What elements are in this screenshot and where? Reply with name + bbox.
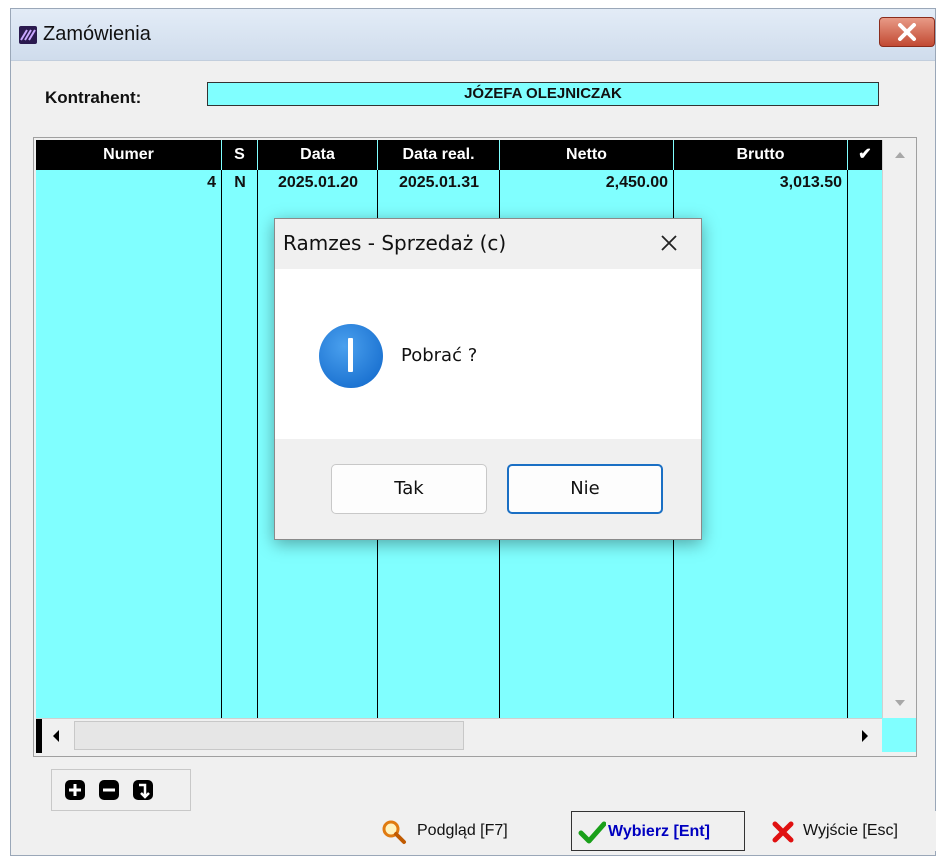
confirm-dialog: Ramzes - Sprzedaż (c) Pobrać ? Tak Nie [274, 218, 702, 540]
plus-icon [65, 780, 85, 800]
column-divider [36, 170, 222, 718]
row-edit-toolbar [51, 769, 191, 811]
triangle-left-icon [53, 730, 59, 742]
dialog-title: Ramzes - Sprzedaż (c) [283, 231, 507, 255]
exit-button[interactable]: Wyjście [Esc] [765, 811, 936, 851]
column-header-numer[interactable]: Numer [36, 140, 222, 170]
dialog-close-button[interactable] [655, 229, 683, 257]
add-row-button[interactable] [64, 779, 86, 801]
enter-return-icon [133, 780, 153, 800]
cell-data-real: 2025.01.31 [398, 174, 480, 191]
dialog-message: Pobrać ? [401, 345, 478, 366]
triangle-up-icon [895, 152, 905, 158]
cell-brutto: 3,013.50 [779, 174, 842, 191]
scroll-right-button[interactable] [846, 719, 882, 753]
info-icon [319, 324, 383, 388]
cell-numer: 4 [207, 174, 216, 191]
dialog-body: Pobrać ? [275, 269, 701, 439]
checkmark-icon [578, 821, 606, 844]
exit-label: Wyjście [Esc] [803, 822, 898, 839]
horizontal-scrollbar[interactable] [36, 718, 882, 753]
close-icon [898, 23, 916, 41]
cell-data: 2025.01.20 [277, 174, 359, 191]
magnifier-icon [382, 820, 406, 844]
scroll-left-button[interactable] [36, 719, 72, 753]
column-header-data-real[interactable]: Data real. [378, 140, 500, 170]
triangle-down-icon [895, 700, 905, 706]
window-close-button[interactable] [879, 17, 935, 47]
scroll-up-button[interactable] [884, 140, 916, 170]
column-divider [222, 170, 258, 718]
yes-button[interactable]: Tak [331, 464, 487, 514]
preview-button[interactable]: Podgląd [F7] [371, 811, 551, 851]
kontrahent-field[interactable]: JÓZEFA OLEJNICZAK [207, 82, 879, 106]
ramzes-logo-icon [19, 26, 37, 44]
title-bar: Zamówienia [11, 9, 935, 61]
scroll-down-button[interactable] [884, 688, 916, 718]
select-button[interactable]: Wybierz [Ent] [571, 811, 745, 851]
vertical-scrollbar[interactable] [882, 140, 916, 718]
column-header-netto[interactable]: Netto [500, 140, 674, 170]
delete-row-button[interactable] [98, 779, 120, 801]
column-header-brutto[interactable]: Brutto [674, 140, 848, 170]
confirm-row-button[interactable] [132, 779, 154, 801]
column-header-check[interactable]: ✔ [848, 140, 882, 170]
scrollbar-corner [882, 718, 916, 752]
horizontal-scroll-thumb[interactable] [74, 721, 464, 750]
close-icon [661, 235, 677, 251]
triangle-right-icon [862, 730, 868, 742]
column-header-data[interactable]: Data [258, 140, 378, 170]
red-x-icon [772, 821, 794, 843]
window-title: Zamówienia [43, 23, 151, 45]
cell-s: N [234, 174, 246, 191]
no-button[interactable]: Nie [507, 464, 663, 514]
select-label: Wybierz [Ent] [608, 823, 710, 840]
column-header-s[interactable]: S [222, 140, 258, 170]
kontrahent-label: Kontrahent: [45, 88, 142, 107]
preview-label: Podgląd [F7] [417, 822, 508, 839]
minus-icon [99, 780, 119, 800]
cell-netto: 2,450.00 [605, 174, 668, 191]
